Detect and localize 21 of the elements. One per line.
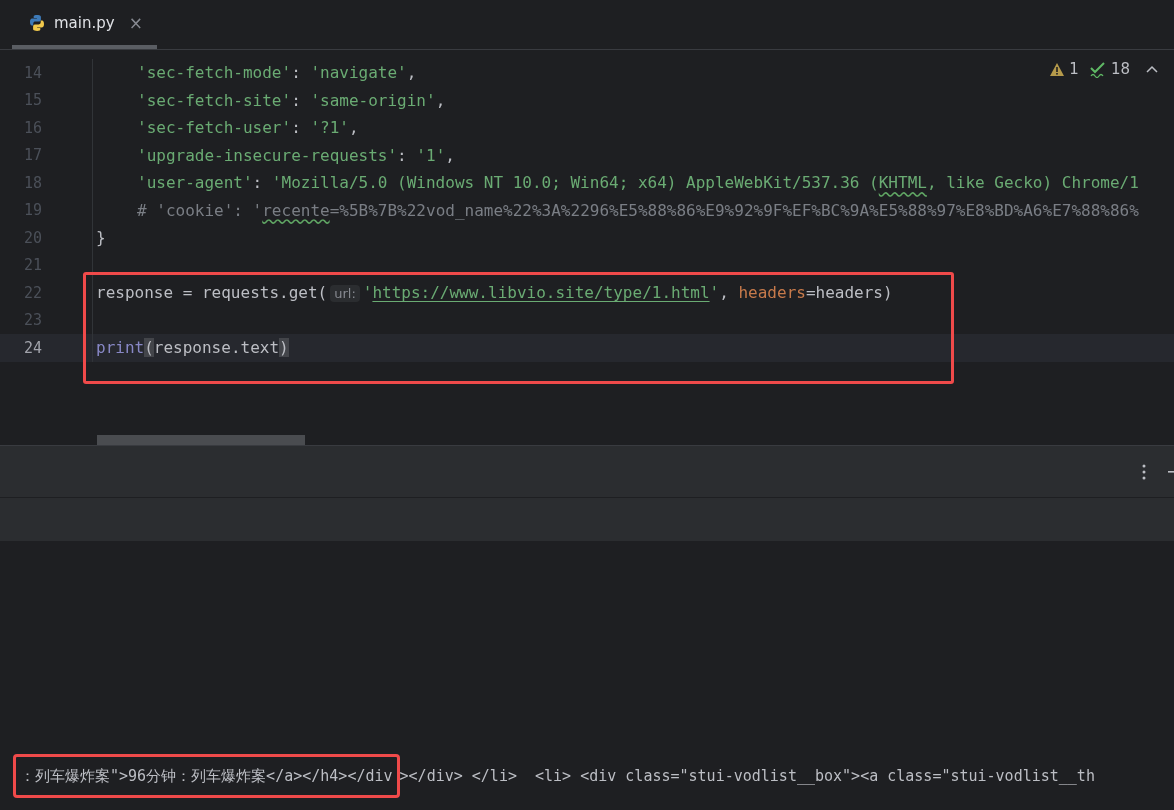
- minimize-icon[interactable]: [1168, 470, 1174, 473]
- code-line: print(response.text): [96, 338, 289, 358]
- warning-icon[interactable]: [1049, 61, 1066, 77]
- code-line: # 'cookie': 'recente=%5B%7B%22vod_name%22%3A%2296%E5%88%86%E9%92%9F%EF%BC%9A%E5%88%97%E8%BD%A6%E7%88%86%: [137, 200, 1139, 220]
- code-line: 'sec-fetch-mode': 'navigate',: [137, 63, 417, 83]
- check-icon[interactable]: [1088, 60, 1107, 78]
- line-number: 24: [22, 338, 42, 357]
- code-line: 'sec-fetch-user': '?1',: [137, 118, 359, 138]
- code-line: response = requests.get( url: 'https://www.libvio.site/type/1.html', headers=headers): [96, 283, 893, 303]
- code-line: 'sec-fetch-site': 'same-origin',: [137, 90, 446, 110]
- code-line: }: [96, 228, 106, 248]
- check-count: 18: [1110, 60, 1130, 78]
- warning-count: 1: [1069, 60, 1079, 78]
- close-icon[interactable]: ×: [128, 12, 143, 33]
- caret-up-icon[interactable]: [1146, 65, 1158, 73]
- scrollbar-thumb[interactable]: [97, 435, 305, 445]
- more-options-icon[interactable]: [1142, 463, 1146, 480]
- console-output: ：列车爆炸案">96分钟：列车爆炸案</a></h4></div ></div> </li> <li> <div class="stui-vodlist__box"><a class="stui-vodlist__th: [0, 754, 1095, 798]
- python-icon: [28, 13, 46, 32]
- code-line: 'upgrade-insecure-requests': '1',: [137, 145, 455, 165]
- code-line: 'user-agent': 'Mozilla/5.0 (Windows NT 10.0; Win64; x64) AppleWebKit/537.36 (KHTML, like Gecko) Chrome/1: [137, 173, 1139, 193]
